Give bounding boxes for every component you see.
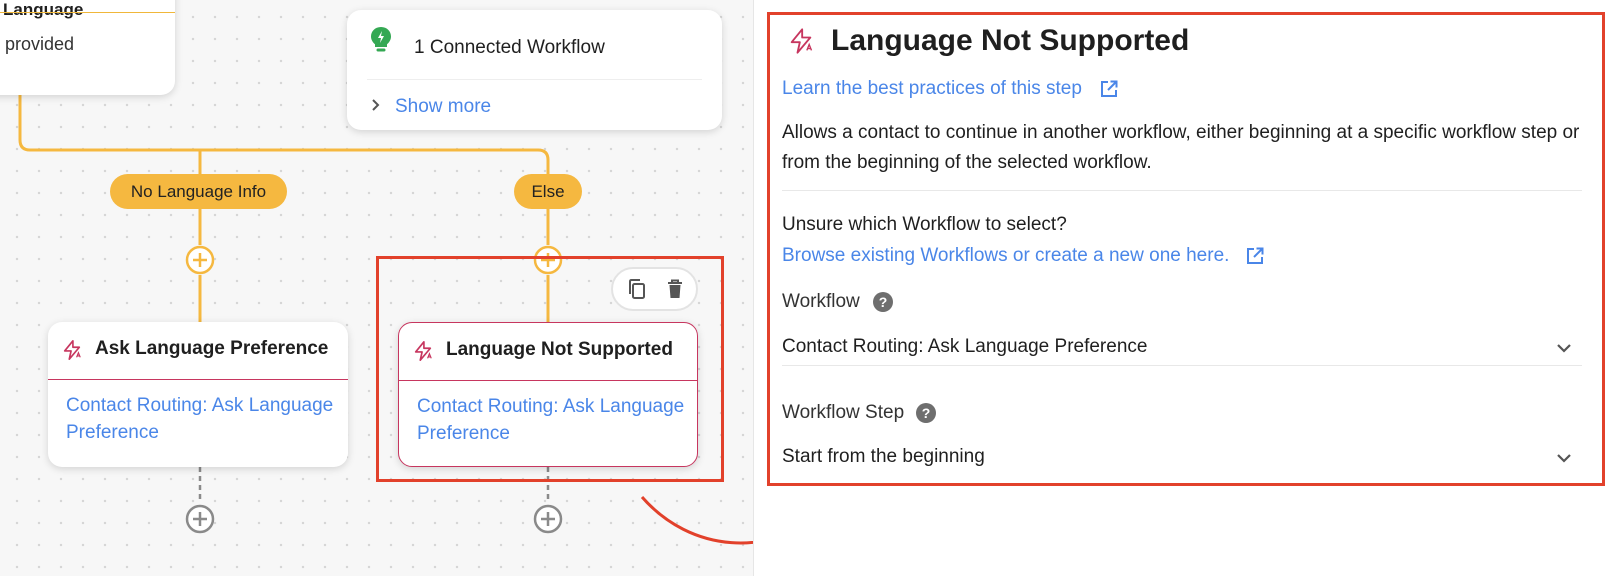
divider [367, 79, 702, 80]
flow-arrow [640, 496, 753, 545]
node-header: Ask Language Preference [48, 322, 348, 380]
node-title: Ask Language Preference [95, 338, 329, 359]
add-step-icon[interactable] [532, 503, 564, 535]
jump-bolt-icon [63, 340, 81, 360]
condition-subtitle: provided [5, 34, 75, 54]
connected-workflow-card: 1 Connected Workflow Show more [347, 10, 722, 130]
connected-workflow-title: 1 Connected Workflow [414, 37, 605, 58]
branch-label-no-language-info[interactable]: No Language Info [110, 174, 287, 209]
condition-title: Language [3, 0, 84, 19]
highlight-box [767, 12, 1605, 486]
workflow-canvas[interactable]: Language provided 1 Connected Workflow S… [0, 0, 753, 576]
lightbulb-icon [371, 27, 391, 52]
panel-divider [753, 0, 754, 576]
chevron-right-icon[interactable] [369, 98, 383, 112]
add-step-icon[interactable] [184, 244, 216, 276]
condition-card[interactable]: Language provided [0, 0, 175, 95]
add-step-icon[interactable] [184, 503, 216, 535]
branch-label-else[interactable]: Else [514, 174, 582, 209]
step-node-ask-language-preference[interactable]: Ask Language Preference Contact Routing:… [48, 322, 348, 467]
node-workflow-link[interactable]: Contact Routing: Ask Language Preference [66, 392, 336, 446]
highlight-box [376, 256, 724, 482]
show-more-link[interactable]: Show more [395, 96, 491, 118]
divider [0, 12, 175, 13]
workflow-editor: Language provided 1 Connected Workflow S… [0, 0, 1614, 576]
